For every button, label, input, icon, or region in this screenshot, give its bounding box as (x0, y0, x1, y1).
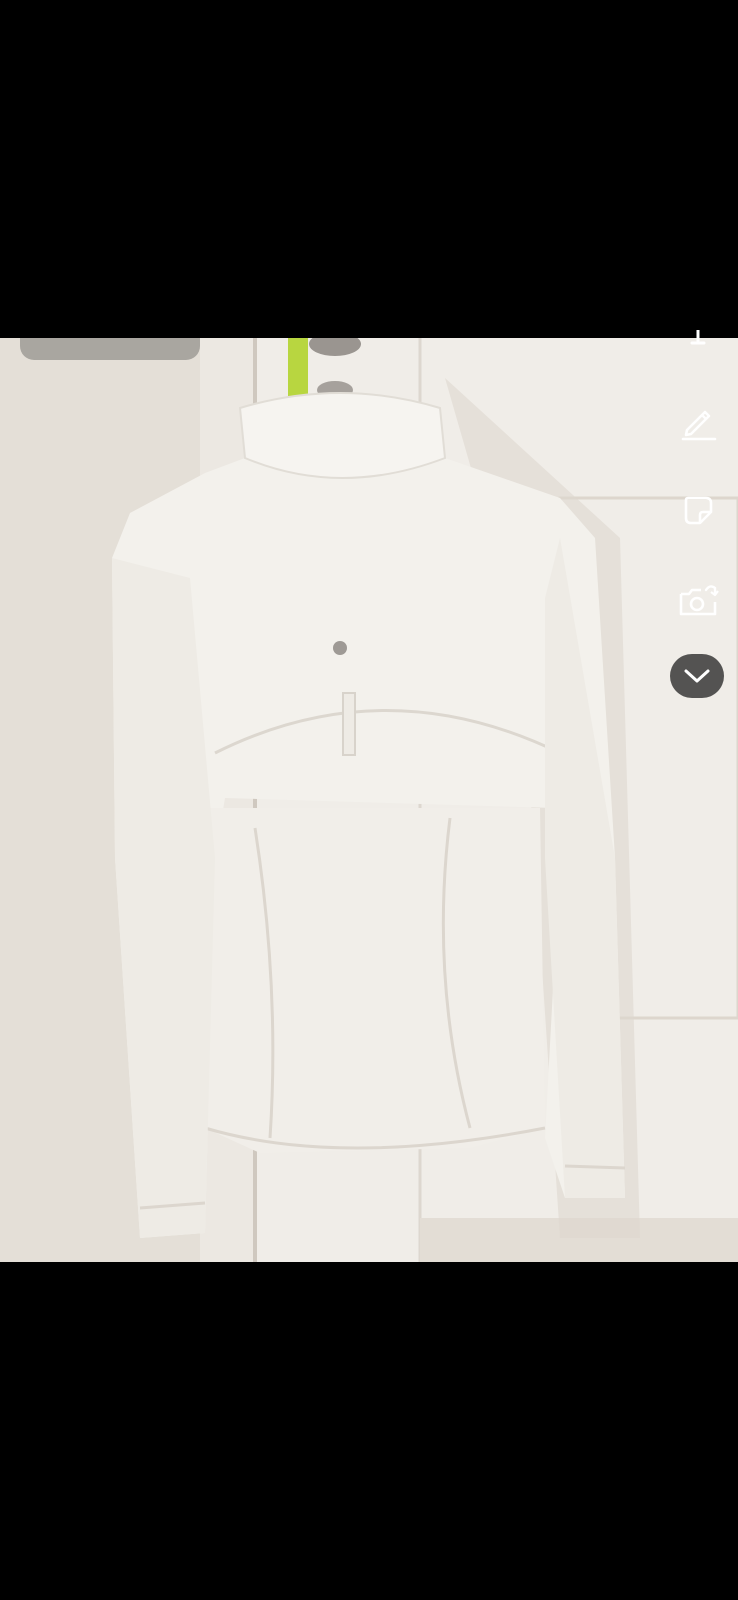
camera-tool-button[interactable] (672, 574, 724, 626)
photo[interactable] (0, 338, 738, 1262)
sticker-tool-button[interactable] (672, 484, 724, 536)
bottom-letterbox (0, 1262, 738, 1600)
more-tools-button[interactable] (670, 654, 724, 698)
jacket-photo (0, 338, 738, 1262)
top-pill-overlay[interactable] (20, 338, 200, 360)
text-icon (690, 330, 706, 345)
pen-icon (681, 410, 717, 441)
top-letterbox (0, 0, 738, 338)
draw-tool-button[interactable] (672, 396, 724, 448)
sticker-icon (684, 496, 713, 525)
camera-flip-icon (679, 585, 719, 616)
text-tool-button[interactable] (672, 330, 724, 352)
chevron-down-icon (684, 669, 710, 683)
